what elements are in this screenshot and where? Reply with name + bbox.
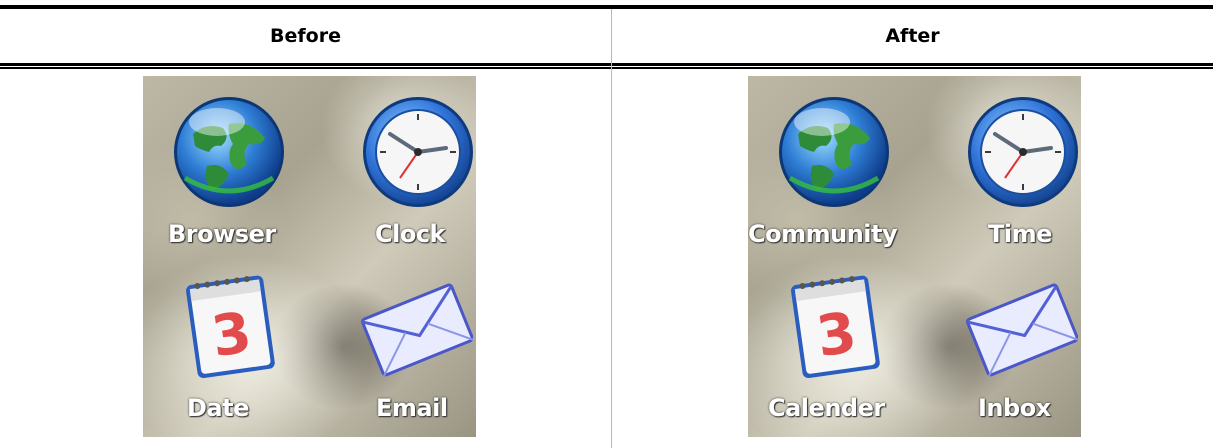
app-label-clock: Clock [375, 220, 446, 248]
app-label-time: Time [988, 220, 1052, 248]
header-rule [0, 63, 1213, 66]
app-time[interactable] [965, 94, 1081, 210]
globe-icon [776, 94, 892, 210]
app-label-inbox: Inbox [978, 394, 1051, 422]
app-clock[interactable] [360, 94, 476, 210]
envelope-icon [966, 280, 1078, 378]
app-community[interactable] [776, 94, 892, 210]
app-date[interactable]: 3 [175, 262, 283, 386]
app-calender[interactable]: 3 [780, 262, 888, 386]
app-email[interactable] [361, 280, 473, 378]
app-label-date: Date [187, 394, 249, 422]
column-divider [611, 9, 612, 448]
header-rule-secondary [0, 67, 1213, 69]
app-inbox[interactable] [966, 280, 1078, 378]
column-header-before: Before [270, 25, 341, 47]
app-label-calender: Calender [768, 394, 885, 422]
screen-after: Community Time 3 Calender Inbox [748, 76, 1081, 437]
app-label-email: Email [376, 394, 448, 422]
column-header-after: After [885, 25, 940, 47]
screen-before: Browser Clock 3 Date Email [143, 76, 476, 437]
calendar-icon: 3 [780, 262, 888, 386]
globe-icon [171, 94, 287, 210]
app-browser[interactable] [171, 94, 287, 210]
clock-icon [965, 94, 1081, 210]
calendar-icon: 3 [175, 262, 283, 386]
app-label-browser: Browser [168, 220, 276, 248]
clock-icon [360, 94, 476, 210]
app-label-community: Community [748, 220, 898, 248]
envelope-icon [361, 280, 473, 378]
